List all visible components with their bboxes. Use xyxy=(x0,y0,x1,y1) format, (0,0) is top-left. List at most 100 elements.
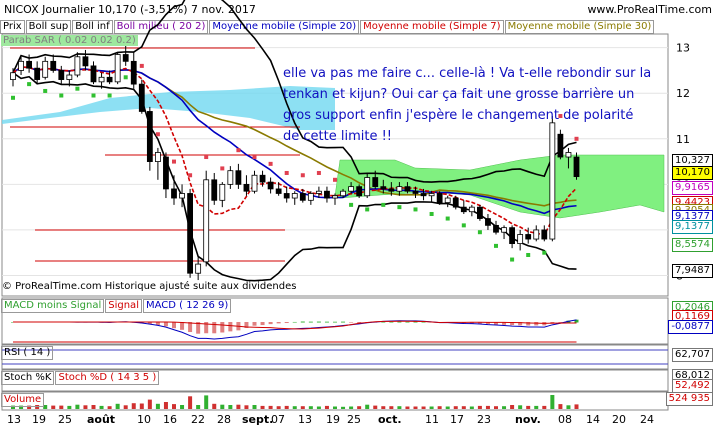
volume-bar xyxy=(131,403,136,409)
candle-body xyxy=(356,186,363,197)
macd-legend-1[interactable]: Signal xyxy=(105,299,142,313)
candle-body xyxy=(66,74,73,80)
sar-dot xyxy=(59,93,64,98)
candle-body xyxy=(203,179,210,263)
volume-bar xyxy=(349,406,354,409)
volume-bar xyxy=(485,405,490,409)
sar-dot xyxy=(107,93,112,98)
volume-bar xyxy=(429,406,434,409)
candle-body xyxy=(436,193,443,203)
sar-dot xyxy=(477,230,482,235)
volume-bar xyxy=(357,406,362,409)
candle-body xyxy=(138,83,145,112)
candle-body xyxy=(98,76,105,83)
candle-body xyxy=(452,197,459,208)
rsi-label[interactable]: RSI ( 14 ) xyxy=(1,346,54,360)
macd-bar xyxy=(349,322,354,323)
macd-bar xyxy=(405,321,410,323)
volume-bar xyxy=(461,406,466,409)
candle-body xyxy=(573,156,580,178)
volume-tag: 524 935 xyxy=(665,392,713,406)
volume-bar xyxy=(397,406,402,409)
volume-bar xyxy=(413,406,418,409)
annotation-text: elle va pas me faire c... celle-là ! Va … xyxy=(283,66,652,144)
macd-tag: -0,0877 xyxy=(668,320,713,334)
sar-dot xyxy=(542,250,547,255)
parab-sar-label[interactable]: Parab SAR ( 0.02 0.02 0.2) xyxy=(1,35,138,46)
candle-body xyxy=(171,188,177,199)
candle-body xyxy=(307,193,314,201)
volume-bar xyxy=(566,405,571,409)
candle-body xyxy=(259,174,266,183)
candle-body xyxy=(404,186,411,192)
sar-dot xyxy=(429,211,434,216)
x-tick-label: août xyxy=(87,413,116,426)
volume-bar xyxy=(139,403,144,409)
sar-dot xyxy=(139,63,144,68)
volume-bar xyxy=(308,406,313,409)
volume-bar xyxy=(260,405,265,409)
sar-dot xyxy=(252,155,257,160)
volume-bar xyxy=(405,406,410,409)
volume-bar xyxy=(389,406,394,409)
candle-body xyxy=(211,179,218,201)
candle-body xyxy=(130,60,137,85)
volume-bar xyxy=(75,404,80,409)
candle-body xyxy=(380,186,387,190)
sar-dot xyxy=(526,252,531,257)
volume-bar xyxy=(228,405,233,409)
sar-dot xyxy=(172,159,176,164)
candle-body xyxy=(493,224,499,233)
sar-dot xyxy=(284,170,289,175)
volume-bar xyxy=(453,406,458,409)
x-tick-label: 17 xyxy=(450,413,464,426)
sar-dot xyxy=(220,166,225,171)
volume-label[interactable]: Volume xyxy=(1,393,45,407)
rsi-tag: 62,707 xyxy=(672,348,713,362)
candle-body xyxy=(565,152,572,158)
stoch-legend-1[interactable]: Stoch %D ( 14 3 5 ) xyxy=(55,371,160,385)
macd-legend-0[interactable]: MACD moins Signal xyxy=(1,299,105,313)
chart-window: NICOX Journalier 10,170 (-3,51%) 7 nov. … xyxy=(0,0,720,430)
candle-body xyxy=(509,227,516,245)
candle-body xyxy=(18,60,24,71)
candle-body xyxy=(388,188,395,192)
candle-body xyxy=(10,72,16,80)
volume-bar xyxy=(276,406,281,409)
x-tick-label: 16 xyxy=(163,413,177,426)
candle-body xyxy=(122,54,129,62)
volume-bar xyxy=(59,405,64,409)
sar-dot xyxy=(27,82,32,87)
macd-bar xyxy=(228,322,233,332)
macd-bar xyxy=(220,322,225,333)
x-tick-label: 10 xyxy=(137,413,151,426)
macd-bar xyxy=(276,322,281,324)
macd-bar xyxy=(316,321,321,323)
volume-bar xyxy=(300,406,305,409)
volume-bar xyxy=(373,405,378,409)
sar-dot xyxy=(123,75,128,80)
volume-bar xyxy=(477,405,482,409)
candle-body xyxy=(428,193,435,197)
volume-bar xyxy=(204,395,209,409)
x-tick-label: 19 xyxy=(326,413,340,426)
candle-body xyxy=(533,229,540,240)
macd-legend-2[interactable]: MACD ( 12 26 9) xyxy=(142,299,232,313)
price-tag: 7,9487 xyxy=(672,264,713,278)
macd-bar xyxy=(341,321,346,323)
candle-body xyxy=(243,183,250,192)
volume-bar xyxy=(494,406,498,409)
sar-dot xyxy=(155,132,160,137)
macd-bar xyxy=(324,321,329,323)
volume-bar xyxy=(558,404,563,409)
candle-body xyxy=(146,111,153,162)
sar-dot xyxy=(316,170,321,175)
sar-dot xyxy=(300,173,305,178)
x-tick-label: 07 xyxy=(271,413,285,426)
volume-bar xyxy=(341,406,346,409)
stoch-legend-0[interactable]: Stoch %K xyxy=(1,371,55,385)
macd-bar xyxy=(260,322,265,326)
sar-dot xyxy=(494,243,498,248)
candle-body xyxy=(227,170,234,185)
x-tick-label: 20 xyxy=(612,413,626,426)
